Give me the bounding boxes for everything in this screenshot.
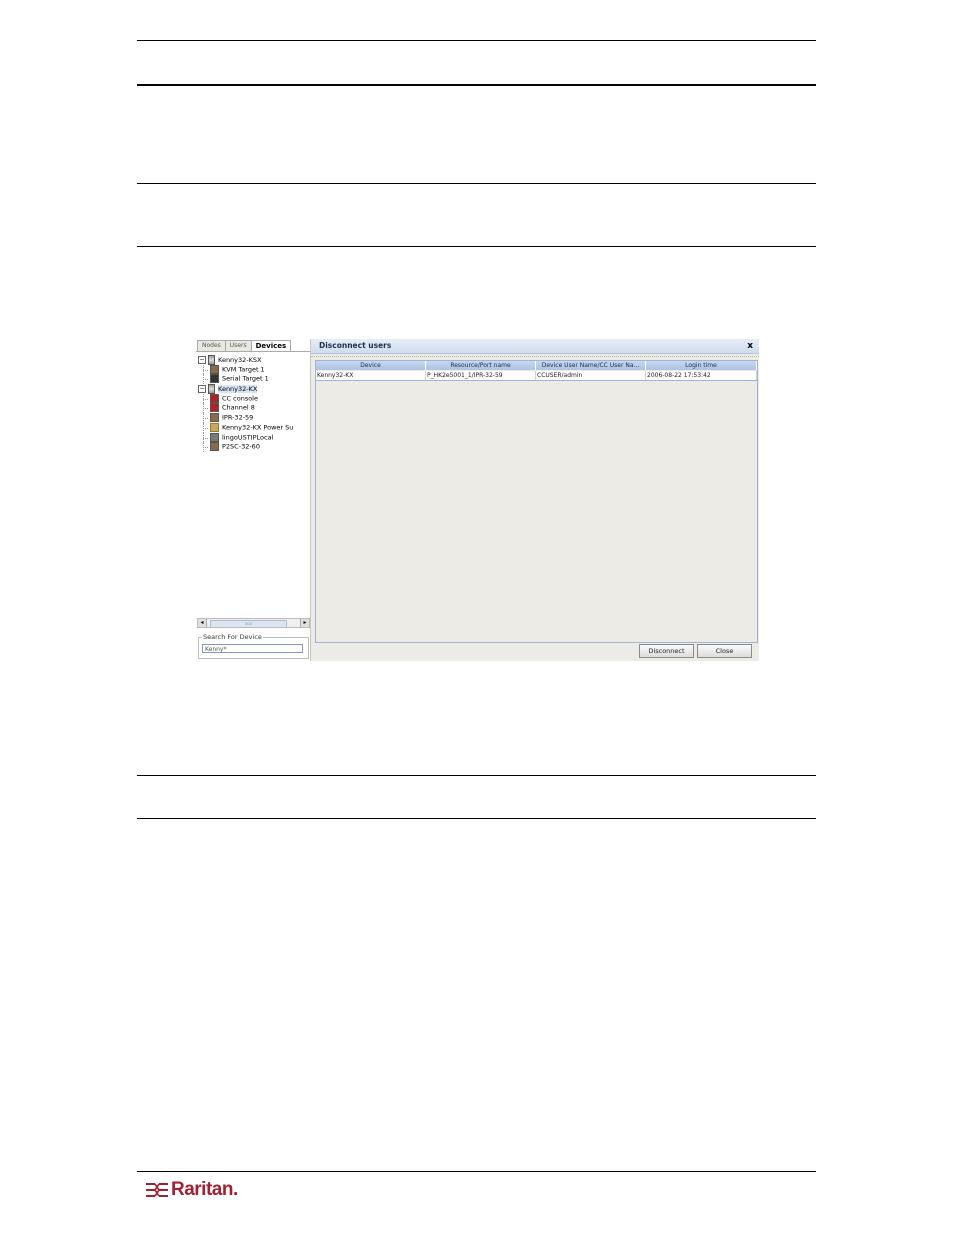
section-rule xyxy=(137,775,816,776)
disconnect-users-panel: Disconnect users x Device Resource/Port … xyxy=(311,339,759,661)
tree-node-kenny32-ksx[interactable]: − Kenny32-KSX xyxy=(198,355,310,365)
tree-node-label: Kenny32-KX Power Su xyxy=(222,423,294,432)
kvm-port-icon xyxy=(210,364,219,374)
tree-node-label: lingoUSTIPLocal xyxy=(222,433,274,441)
tree-node-label: Kenny32-KX xyxy=(218,385,258,394)
tree-node-p2sc-32-60[interactable]: P2SC-32-60 xyxy=(198,442,310,452)
panel-title: Disconnect users xyxy=(319,341,392,350)
tree-node-label: IPR-32-59 xyxy=(222,413,254,422)
cell-user-name: CCUSER/admin xyxy=(536,371,646,380)
tree-horizontal-scrollbar[interactable]: ◂ ooo ▸ xyxy=(197,618,310,628)
tab-divider xyxy=(196,351,310,352)
scroll-thumb[interactable]: ooo xyxy=(210,620,287,628)
tree-node-label: Channel 8 xyxy=(222,403,255,412)
navigation-panel: Nodes Users Devices − Kenny32-KSX KVM Tar… xyxy=(196,339,311,661)
kvm-port-icon xyxy=(210,442,219,452)
collapse-icon[interactable]: − xyxy=(198,385,206,394)
header-rule xyxy=(137,40,816,41)
server-icon xyxy=(208,355,215,365)
kvm-port-red-icon xyxy=(210,403,219,413)
tree-node-lingoustiplocal[interactable]: lingoUSTIPLocal xyxy=(198,432,310,443)
cell-resource: P_HK2e5001_1/IPR-32-59 xyxy=(426,371,536,380)
tab-users[interactable]: Users xyxy=(224,340,252,351)
table-row[interactable]: Kenny32-KX P_HK2e5001_1/IPR-32-59 CCUSER… xyxy=(316,371,757,381)
section-rule xyxy=(137,183,816,184)
kvm-port-red-icon xyxy=(210,393,219,403)
search-legend: Search For Device xyxy=(202,633,263,641)
raritan-logo: Raritan. xyxy=(146,1179,238,1201)
tab-nodes[interactable]: Nodes xyxy=(197,340,226,351)
tree-node-label: KVM Target 1 xyxy=(222,365,265,374)
collapse-icon[interactable]: − xyxy=(198,356,206,364)
column-header-device[interactable]: Device xyxy=(316,361,426,370)
table-header: Device Resource/Port name Device User Na… xyxy=(316,361,757,370)
users-table: Device Resource/Port name Device User Na… xyxy=(315,360,758,643)
divider xyxy=(311,356,759,357)
tree-node-cc-console[interactable]: CC console xyxy=(198,393,310,404)
section-rule xyxy=(137,84,816,86)
serial-port-icon xyxy=(210,374,219,384)
section-rule xyxy=(137,818,816,819)
close-button[interactable]: Close xyxy=(697,644,752,658)
tree-node-label: P2SC-32-60 xyxy=(222,442,260,451)
tree-node-label: Kenny32-KSX xyxy=(218,356,262,364)
search-for-device-group: Search For Device Kenny* xyxy=(198,633,309,659)
column-header-resource[interactable]: Resource/Port name xyxy=(426,361,536,370)
disconnect-button[interactable]: Disconnect xyxy=(639,644,694,658)
close-icon[interactable]: x xyxy=(747,339,753,353)
column-header-login-time[interactable]: Login time xyxy=(646,361,757,370)
tree-node-power-strip[interactable]: Kenny32-KX Power Su xyxy=(198,422,310,433)
logo-text: Raritan. xyxy=(171,1179,238,1200)
tree-node-channel-8[interactable]: Channel 8 xyxy=(198,403,310,413)
footer-rule xyxy=(137,1171,816,1172)
scroll-right-icon[interactable]: ▸ xyxy=(300,619,309,627)
tree-node-label: Serial Target 1 xyxy=(222,374,269,383)
tree-node-serial-target-1[interactable]: Serial Target 1 xyxy=(198,374,310,384)
tree-node-label: CC console xyxy=(222,394,258,403)
cell-device: Kenny32-KX xyxy=(316,371,426,380)
kvm-port-icon xyxy=(210,432,219,442)
scroll-left-icon[interactable]: ◂ xyxy=(198,619,207,627)
power-strip-icon xyxy=(210,422,219,432)
nav-tabs: Nodes Users Devices xyxy=(197,340,292,352)
cc-sg-window: Nodes Users Devices − Kenny32-KSX KVM Tar… xyxy=(196,339,759,661)
tree-node-ipr-32-59[interactable]: IPR-32-59 xyxy=(198,413,310,423)
column-header-user-name[interactable]: Device User Name/CC User Na... xyxy=(536,361,646,370)
kvm-port-icon xyxy=(210,413,219,423)
server-icon xyxy=(208,384,215,394)
search-input[interactable]: Kenny* xyxy=(202,644,303,653)
section-rule xyxy=(137,246,816,247)
tree-node-kvm-target-1[interactable]: KVM Target 1 xyxy=(198,364,310,375)
raritan-logo-mark-icon xyxy=(146,1183,168,1197)
cell-login-time: 2006-08-22 17:53:42 xyxy=(646,371,757,380)
panel-titlebar: Disconnect users x xyxy=(311,339,759,354)
device-tree: − Kenny32-KSX KVM Target 1 Serial Target … xyxy=(198,355,310,452)
tree-node-kenny32-kx[interactable]: − Kenny32-KX xyxy=(198,384,310,394)
